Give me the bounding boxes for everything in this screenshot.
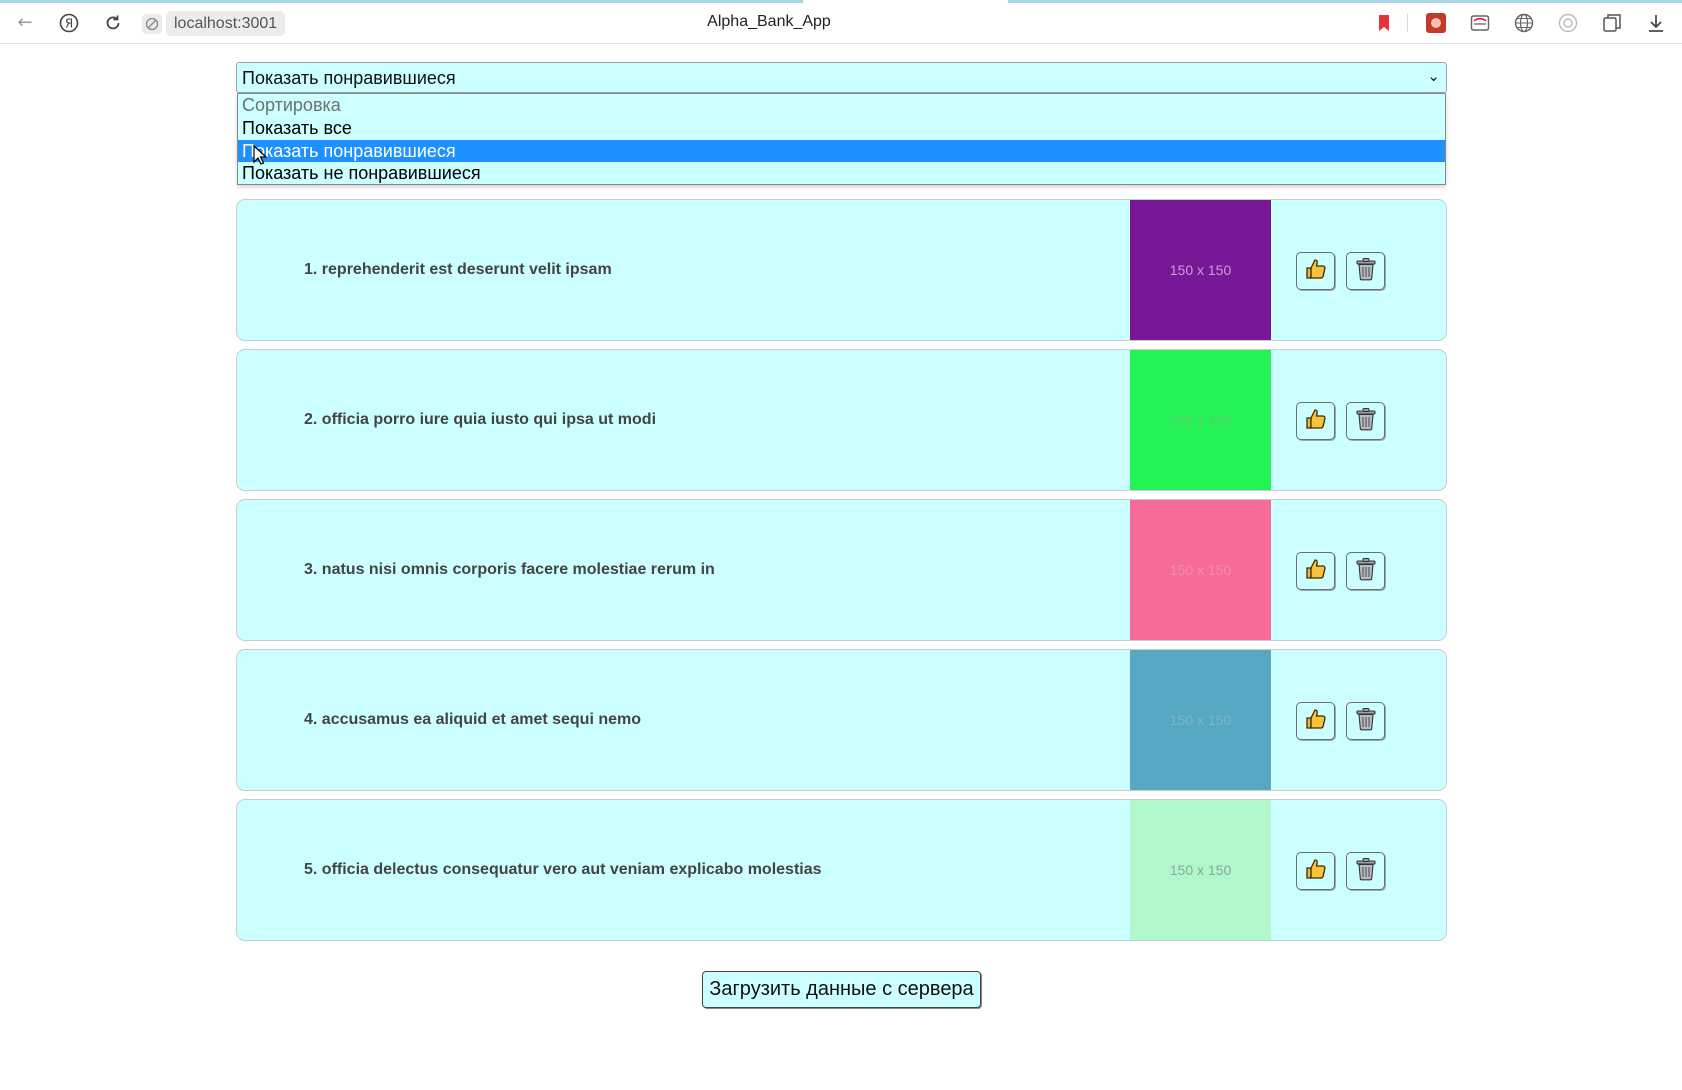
thumbs-up-icon <box>1304 857 1328 886</box>
sort-option-all[interactable]: Показать все <box>238 117 1445 140</box>
sort-dropdown-list: Сортировка Показать все Показать понрави… <box>237 93 1446 185</box>
reader-icon[interactable] <box>1468 11 1492 35</box>
thumbs-up-icon <box>1304 407 1328 436</box>
delete-button[interactable] <box>1346 552 1385 590</box>
translate-icon[interactable] <box>1512 11 1536 35</box>
page-title: Alpha_Bank_App <box>707 13 831 30</box>
post-image: 150 x 150 <box>1130 800 1271 940</box>
collections-icon[interactable] <box>1600 11 1624 35</box>
page-load-progress <box>0 0 803 3</box>
sort-select-value: Показать понравившиеся <box>242 68 456 88</box>
toolbar-divider <box>1407 14 1408 32</box>
like-button[interactable] <box>1296 702 1335 740</box>
post-image: 150 x 150 <box>1130 350 1271 490</box>
post-card: 5. officia delectus consequatur vero aut… <box>236 799 1447 941</box>
alice-icon[interactable] <box>1556 11 1580 35</box>
delete-button[interactable] <box>1346 702 1385 740</box>
delete-button[interactable] <box>1346 252 1385 290</box>
download-icon[interactable] <box>1644 11 1668 35</box>
trash-icon <box>1355 857 1377 886</box>
post-title: 4. accusamus ea aliquid et amet sequi ne… <box>304 711 642 728</box>
page-content: Показать понравившиеся ⌄ Сортировка Пока… <box>0 44 1682 1090</box>
thumbs-up-icon <box>1304 257 1328 286</box>
post-image: 150 x 150 <box>1130 650 1271 790</box>
trash-icon <box>1355 257 1377 286</box>
sort-select[interactable]: Показать понравившиеся ⌄ <box>236 62 1447 93</box>
sort-option-liked[interactable]: Показать понравившиеся <box>238 139 1445 163</box>
like-button[interactable] <box>1296 852 1335 890</box>
thumbs-up-icon <box>1304 557 1328 586</box>
post-card: 3. natus nisi omnis corporis facere mole… <box>236 499 1447 641</box>
like-button[interactable] <box>1296 402 1335 440</box>
delete-button[interactable] <box>1346 402 1385 440</box>
post-image-label: 150 x 150 <box>1169 712 1232 728</box>
post-image-label: 150 x 150 <box>1169 862 1232 878</box>
post-image: 150 x 150 <box>1130 200 1271 340</box>
post-image-label: 150 x 150 <box>1169 412 1232 428</box>
post-card: 4. accusamus ea aliquid et amet sequi ne… <box>236 649 1447 791</box>
load-data-button[interactable]: Загрузить данные с сервера <box>702 971 981 1008</box>
post-card: 2. officia porro iure quia iusto qui ips… <box>236 349 1447 491</box>
extension-icon[interactable] <box>1424 11 1448 35</box>
post-title: 1. reprehenderit est deserunt velit ipsa… <box>304 261 612 278</box>
post-image: 150 x 150 <box>1130 500 1271 640</box>
browser-toolbar: ← Я localhost:3001 Alpha_Bank_App <box>0 0 1682 44</box>
trash-icon <box>1355 707 1377 736</box>
like-button[interactable] <box>1296 252 1335 290</box>
like-button[interactable] <box>1296 552 1335 590</box>
thumbs-up-icon <box>1304 707 1328 736</box>
post-title: 3. natus nisi omnis corporis facere mole… <box>304 561 715 578</box>
sort-option-placeholder: Сортировка <box>242 95 341 115</box>
trash-icon <box>1355 557 1377 586</box>
post-title: 5. officia delectus consequatur vero aut… <box>304 861 822 878</box>
page-load-progress-right <box>1008 0 1682 3</box>
sort-option-not-liked[interactable]: Показать не понравившиеся <box>238 162 1445 185</box>
post-title: 2. officia porro iure quia iusto qui ips… <box>304 411 657 428</box>
trash-icon <box>1355 407 1377 436</box>
post-image-label: 150 x 150 <box>1169 262 1232 278</box>
chevron-down-icon: ⌄ <box>1427 67 1440 85</box>
post-card: 1. reprehenderit est deserunt velit ipsa… <box>236 199 1447 341</box>
mouse-cursor-icon <box>253 145 267 165</box>
delete-button[interactable] <box>1346 852 1385 890</box>
bookmark-icon[interactable] <box>1372 11 1396 35</box>
post-image-label: 150 x 150 <box>1169 562 1232 578</box>
